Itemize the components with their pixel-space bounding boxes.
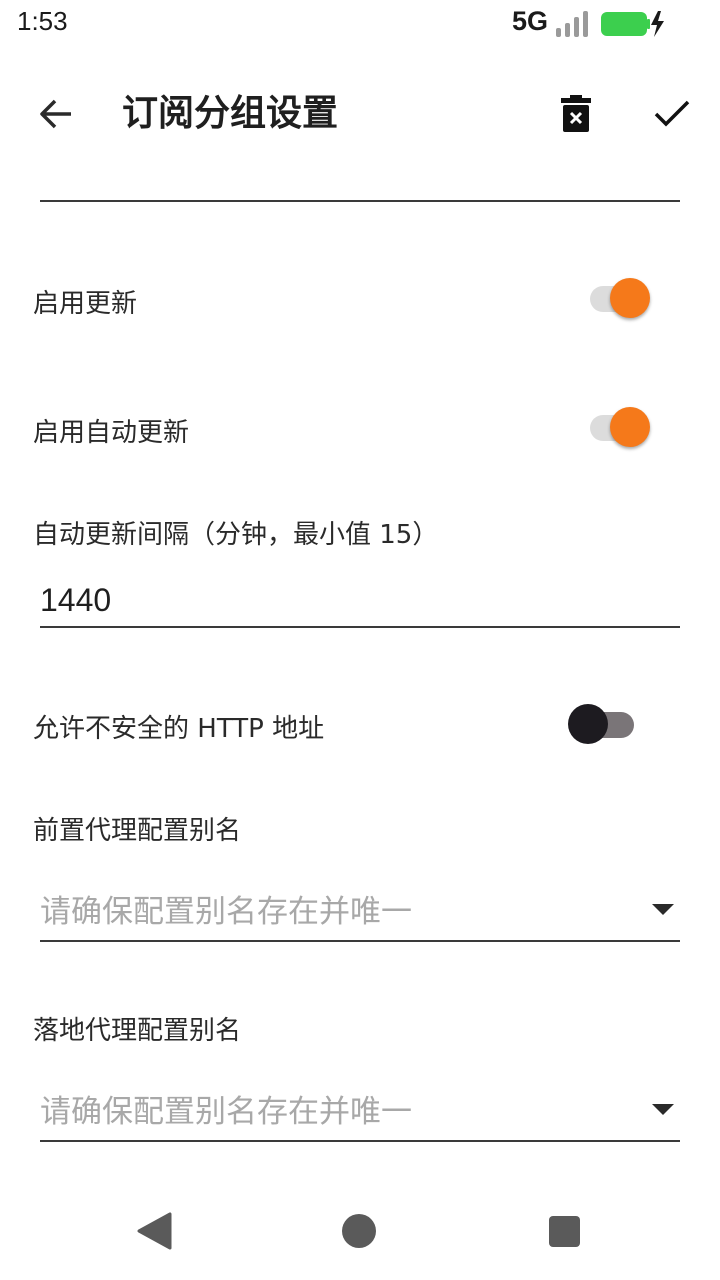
enable-update-label: 启用更新	[33, 289, 138, 319]
switch-thumb	[568, 704, 608, 744]
signal-icon	[556, 11, 588, 37]
status-time: 1:53	[17, 6, 68, 36]
allow-insecure-http-label: 允许不安全的 HTTP 地址	[33, 714, 325, 744]
battery-charging-icon	[601, 11, 664, 37]
group-name-field-underline[interactable]	[40, 200, 680, 202]
enable-auto-update-switch[interactable]	[584, 403, 656, 451]
dropdown-placeholder: 请确保配置别名存在并唯一	[40, 894, 412, 930]
switch-thumb	[610, 407, 650, 447]
dropdown-placeholder: 请确保配置别名存在并唯一	[40, 1094, 412, 1130]
back-button[interactable]	[28, 86, 84, 142]
dropdown-arrow-icon	[652, 1104, 674, 1115]
enable-auto-update-label: 启用自动更新	[33, 418, 190, 448]
status-bar: 1:53 5G	[0, 0, 720, 48]
circle-home-icon[interactable]	[342, 1214, 376, 1248]
screen: 1:53 5G 订阅分组设置 启用更新 启用自动更新 自动更新间隔（分钟，最小值…	[0, 0, 720, 1280]
delete-button[interactable]	[548, 86, 604, 142]
system-nav-bar	[0, 1190, 720, 1280]
enable-update-switch[interactable]	[584, 274, 656, 322]
switch-thumb	[610, 278, 650, 318]
arrow-left-icon	[40, 99, 71, 129]
auto-update-interval-input[interactable]	[40, 574, 680, 628]
page-title: 订阅分组设置	[122, 93, 339, 134]
dropdown-arrow-icon	[652, 904, 674, 915]
app-bar: 订阅分组设置	[0, 60, 720, 172]
network-type: 5G	[512, 6, 549, 36]
allow-insecure-http-switch[interactable]	[568, 700, 640, 748]
confirm-button[interactable]	[644, 86, 700, 142]
trash-x-icon	[561, 95, 591, 132]
square-recents-icon[interactable]	[549, 1216, 580, 1247]
front-proxy-alias-dropdown[interactable]: 请确保配置别名存在并唯一	[40, 878, 680, 942]
landing-proxy-alias-label: 落地代理配置别名	[33, 1016, 242, 1046]
auto-update-interval-label: 自动更新间隔（分钟，最小值 15）	[33, 520, 439, 550]
front-proxy-alias-label: 前置代理配置别名	[33, 816, 242, 846]
triangle-back-icon[interactable]	[136, 1212, 172, 1250]
landing-proxy-alias-dropdown[interactable]: 请确保配置别名存在并唯一	[40, 1078, 680, 1142]
check-icon	[654, 100, 690, 127]
